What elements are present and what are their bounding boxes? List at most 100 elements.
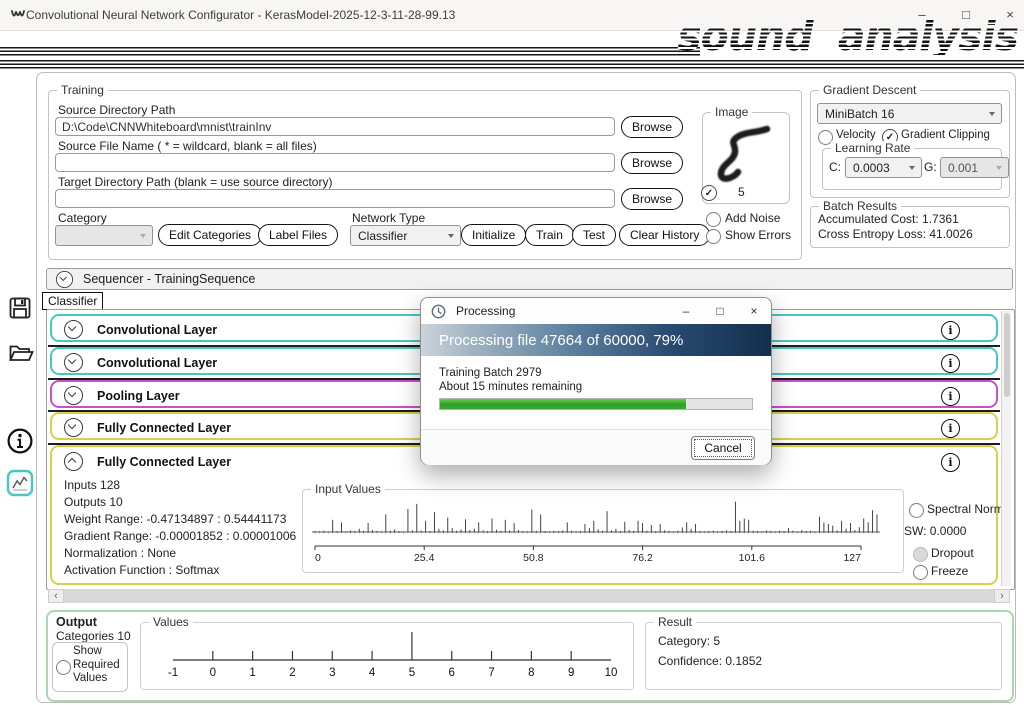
- gradient-clipping-label: Gradient Clipping: [901, 129, 990, 141]
- chevron-down-icon[interactable]: [64, 386, 83, 405]
- add-noise-radio[interactable]: [706, 212, 721, 227]
- training-batch-line: Training Batch 2979: [439, 367, 542, 379]
- category-dropdown[interactable]: [55, 225, 153, 246]
- svg-text:7: 7: [488, 667, 494, 679]
- freeze-label: Freeze: [931, 564, 968, 578]
- target-dir-label: Target Directory Path (blank = use sourc…: [58, 175, 332, 189]
- source-file-input[interactable]: [55, 153, 615, 172]
- layer-row-fc-2-expanded[interactable]: Fully Connected Layer i Inputs 128 Outpu…: [50, 445, 998, 585]
- show-required-values-radio[interactable]: [56, 660, 71, 675]
- info-icon[interactable]: i: [941, 419, 960, 438]
- dialog-close-button[interactable]: ×: [737, 299, 771, 323]
- svg-text:25.4: 25.4: [414, 552, 435, 564]
- category-label: Category: [58, 211, 107, 225]
- browse-source-dir-button[interactable]: Browse: [621, 116, 683, 138]
- g-label: G:: [924, 160, 937, 174]
- minibatch-dropdown[interactable]: MiniBatch 16: [817, 103, 1002, 124]
- sw-value: SW: 0.0000: [904, 524, 966, 538]
- chevron-up-icon[interactable]: [64, 452, 83, 471]
- svg-text:9: 9: [568, 667, 574, 679]
- time-remaining-line: About 15 minutes remaining: [439, 381, 582, 393]
- chevron-down-icon[interactable]: [64, 320, 83, 339]
- chevron-down-icon[interactable]: [56, 270, 73, 287]
- info-icon[interactable]: [6, 427, 34, 455]
- save-icon[interactable]: [8, 296, 32, 320]
- initialize-button[interactable]: Initialize: [461, 224, 526, 246]
- svg-text:0: 0: [315, 552, 321, 564]
- open-folder-icon[interactable]: [8, 342, 34, 364]
- processing-dialog: Processing – □ × Processing file 47664 o…: [420, 297, 772, 465]
- tab-classifier[interactable]: Classifier: [42, 292, 103, 310]
- test-button[interactable]: Test: [572, 224, 616, 246]
- app-icon[interactable]: [10, 7, 26, 23]
- c-label: C:: [829, 160, 841, 174]
- edit-categories-button[interactable]: Edit Categories: [158, 224, 262, 246]
- training-group-label: Training: [57, 83, 108, 97]
- info-icon[interactable]: i: [941, 321, 960, 340]
- fc-inputs: Inputs 128: [64, 478, 120, 492]
- chevron-down-icon[interactable]: [64, 418, 83, 437]
- info-icon[interactable]: i: [941, 453, 960, 472]
- fc-weight-range: Weight Range: -0.47134897 : 0.54441173: [64, 512, 286, 526]
- info-icon[interactable]: i: [941, 387, 960, 406]
- info-icon[interactable]: i: [941, 354, 960, 373]
- input-values-group: Input Values 025.450.876.2101.6127: [302, 489, 904, 573]
- show-errors-radio[interactable]: [706, 229, 721, 244]
- fc-gradient-range: Gradient Range: -0.00001852 : 0.00001006: [64, 529, 296, 543]
- scroll-right-button[interactable]: ›: [994, 589, 1010, 603]
- clock-icon: [431, 304, 446, 319]
- cross-entropy-loss: Cross Entropy Loss: 41.0026: [818, 227, 973, 241]
- target-dir-input[interactable]: [55, 189, 615, 208]
- dialog-minimize-button[interactable]: –: [669, 299, 703, 323]
- clear-history-button[interactable]: Clear History: [619, 224, 710, 246]
- progress-bar: [439, 398, 753, 410]
- svg-text:76.2: 76.2: [632, 552, 653, 564]
- freeze-radio[interactable]: [913, 565, 928, 580]
- svg-text:127: 127: [843, 552, 861, 564]
- horizontal-scrollbar[interactable]: ‹ ›: [48, 589, 1010, 603]
- gradient-descent-label: Gradient Descent: [819, 83, 920, 97]
- scroll-left-button[interactable]: ‹: [48, 589, 64, 603]
- svg-text:-1: -1: [168, 667, 178, 679]
- vertical-scrollbar[interactable]: [1001, 311, 1011, 586]
- processing-dialog-title: Processing: [456, 304, 515, 318]
- output-label: Output: [56, 615, 97, 629]
- sequencer-bar[interactable]: Sequencer - TrainingSequence: [46, 268, 1013, 290]
- svg-text:2: 2: [289, 667, 295, 679]
- values-axis-chart: -1012345678910: [143, 626, 631, 686]
- fc-normalization: Normalization : None: [64, 546, 176, 560]
- spectral-norm-label: Spectral Norm: [927, 502, 1004, 516]
- image-group-label: Image: [711, 105, 752, 119]
- train-button[interactable]: Train: [525, 224, 574, 246]
- dialog-maximize-button[interactable]: □: [703, 299, 737, 323]
- network-type-dropdown[interactable]: Classifier: [350, 225, 461, 246]
- result-label: Result: [654, 615, 696, 629]
- dropout-radio[interactable]: [913, 547, 928, 562]
- cancel-button[interactable]: Cancel: [691, 436, 755, 460]
- sound-analysis-logo: sound analysis: [677, 16, 1018, 57]
- source-dir-label: Source Directory Path: [58, 103, 175, 117]
- svg-text:5: 5: [409, 667, 415, 679]
- g-rate-dropdown[interactable]: 0.001: [940, 157, 1009, 178]
- svg-text:8: 8: [528, 667, 534, 679]
- label-files-button[interactable]: Label Files: [258, 224, 338, 246]
- digit-image: [703, 113, 787, 199]
- browse-source-file-button[interactable]: Browse: [621, 152, 683, 174]
- chevron-down-icon[interactable]: [64, 353, 83, 372]
- vertical-scrollbar-thumb[interactable]: [1004, 313, 1010, 397]
- c-rate-dropdown[interactable]: 0.0003: [845, 157, 922, 178]
- show-required-values-label: Show Required Values: [73, 645, 123, 686]
- show-errors-label: Show Errors: [725, 228, 791, 242]
- chart-panel-icon[interactable]: [6, 469, 34, 497]
- svg-text:10: 10: [605, 667, 618, 679]
- window-title: Convolutional Neural Network Configurato…: [26, 8, 455, 22]
- browse-target-dir-button[interactable]: Browse: [621, 188, 683, 210]
- input-values-chart: 025.450.876.2101.6127: [305, 494, 901, 570]
- svg-text:1: 1: [249, 667, 255, 679]
- image-checked-checkbox[interactable]: ✓: [701, 185, 717, 201]
- spectral-norm-radio[interactable]: [909, 503, 924, 518]
- add-noise-label: Add Noise: [725, 211, 780, 225]
- source-dir-input[interactable]: [55, 117, 615, 136]
- source-file-label: Source File Name ( * = wildcard, blank =…: [58, 139, 317, 153]
- svg-text:4: 4: [369, 667, 376, 679]
